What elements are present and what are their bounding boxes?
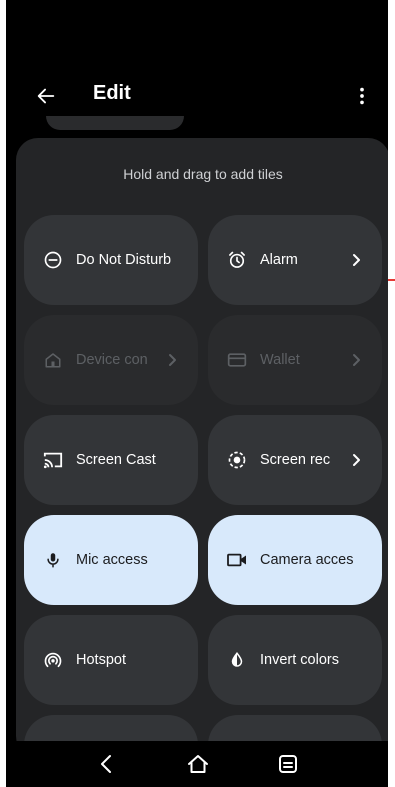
home-outline-icon — [188, 755, 208, 773]
tile-screen-record[interactable]: Screen rec — [208, 415, 382, 505]
tile-camera-access[interactable]: Camera acces — [208, 515, 382, 605]
tile-hotspot[interactable]: Hotspot — [24, 615, 198, 705]
available-tiles-panel[interactable]: Hold and drag to add tiles Do Not Distur… — [16, 138, 388, 758]
recents-icon — [279, 755, 297, 773]
tile-label: Invert colors — [260, 652, 339, 668]
overflow-menu-button[interactable] — [344, 78, 380, 114]
camera-icon — [226, 549, 248, 571]
tile-label: Hotspot — [76, 652, 126, 668]
back-button[interactable] — [28, 78, 64, 114]
nav-recents-button[interactable] — [268, 747, 308, 781]
tile-label: Mic access — [76, 552, 148, 568]
status-bar — [6, 0, 388, 70]
chevron-right-icon — [350, 249, 364, 271]
more-vert-icon — [360, 87, 364, 105]
nav-back-button[interactable] — [86, 747, 126, 781]
app-bar: Edit — [6, 70, 388, 122]
do-not-disturb-icon — [42, 249, 64, 271]
home-icon — [42, 349, 64, 371]
back-arrow-icon — [37, 88, 55, 104]
edge-marker — [388, 279, 395, 281]
nav-home-button[interactable] — [178, 747, 218, 781]
tile-device-controls[interactable]: Device con — [24, 315, 198, 405]
tile-label: Camera acces — [260, 552, 354, 568]
invert-colors-icon — [226, 649, 248, 671]
tile-screen-cast[interactable]: Screen Cast — [24, 415, 198, 505]
wallet-icon — [226, 349, 248, 371]
tile-label: Screen Cast — [76, 452, 156, 468]
cast-icon — [42, 449, 64, 471]
tile-wallet[interactable]: Wallet — [208, 315, 382, 405]
chevron-right-icon — [166, 349, 180, 371]
navigation-bar — [6, 741, 388, 787]
nav-back-icon — [101, 755, 111, 773]
alarm-icon — [226, 249, 248, 271]
tile-do-not-disturb[interactable]: Do Not Disturb — [24, 215, 198, 305]
record-icon — [226, 449, 248, 471]
tile-mic-access[interactable]: Mic access — [24, 515, 198, 605]
tile-label: Do Not Disturb — [76, 252, 172, 268]
tile-alarm[interactable]: Alarm — [208, 215, 382, 305]
phone-screen: Edit Hold and drag to add tiles Do Not D… — [6, 0, 388, 787]
drag-hint: Hold and drag to add tiles — [123, 166, 283, 182]
tile-label: Device con — [76, 352, 148, 368]
chevron-right-icon — [350, 449, 364, 471]
tile-label: Screen rec — [260, 452, 331, 468]
scrolled-tile-peek — [46, 116, 184, 130]
page-title: Edit — [93, 82, 131, 104]
tile-invert-colors[interactable]: Invert colors — [208, 615, 382, 705]
chevron-right-icon — [350, 349, 364, 371]
microphone-icon — [42, 549, 64, 571]
hotspot-icon — [42, 649, 64, 671]
